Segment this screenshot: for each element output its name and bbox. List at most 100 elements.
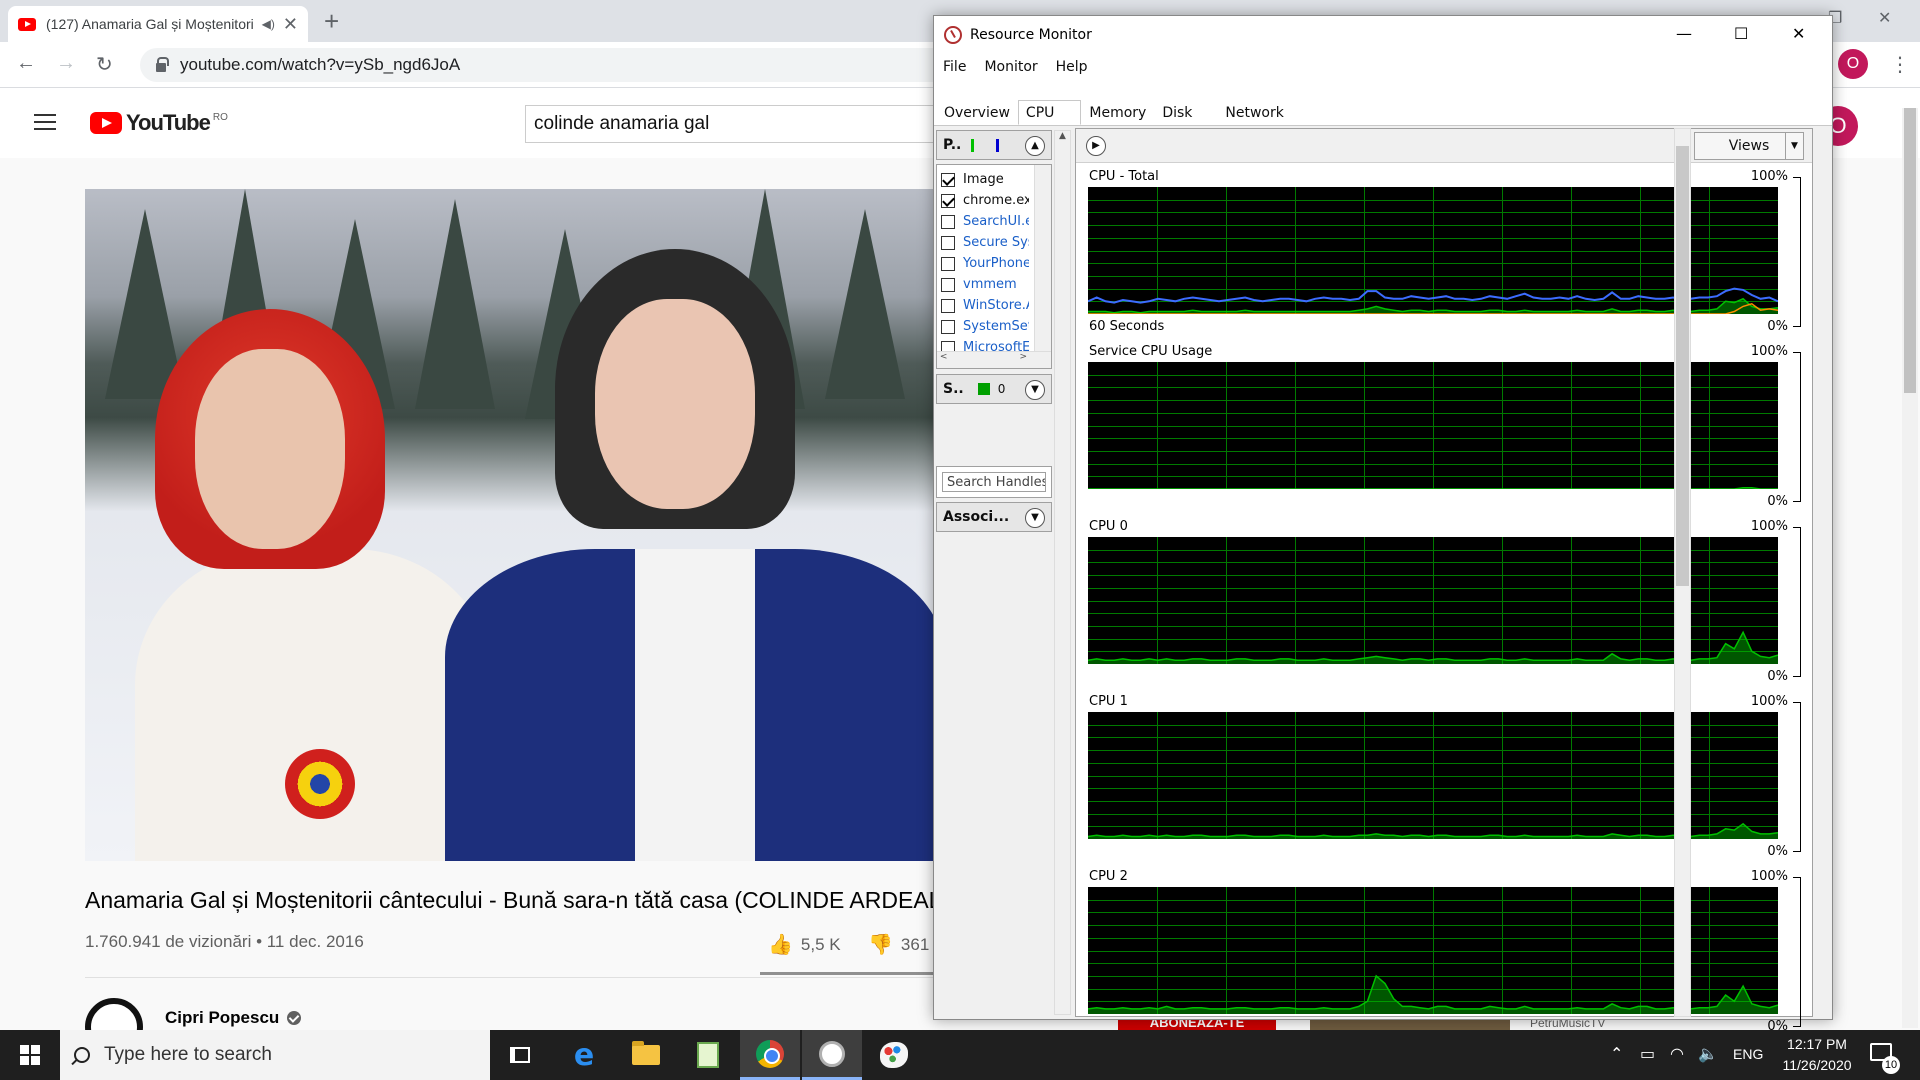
tab-cpu[interactable]: CPU <box>1017 100 1082 125</box>
column-header-image[interactable]: Image <box>941 169 1029 190</box>
profile-avatar[interactable]: O <box>1838 49 1868 79</box>
max-freq-mini-bar <box>996 138 1000 152</box>
process-list-vscroll[interactable] <box>1034 165 1051 351</box>
volume-icon[interactable]: 🔈 <box>1698 1044 1718 1064</box>
process-checkbox[interactable] <box>941 298 955 313</box>
language-indicator[interactable]: ENG <box>1733 1046 1763 1062</box>
menu-file[interactable]: File <box>934 59 975 75</box>
dislike-button[interactable]: 👎 361 <box>868 932 929 957</box>
clock[interactable]: 12:17 PM 11/26/2020 <box>1772 1034 1862 1076</box>
expand-arrow-icon[interactable]: ▶ <box>1086 136 1106 156</box>
paint-taskbar-button[interactable] <box>864 1030 924 1080</box>
graph-min-label: 0% <box>1767 669 1788 684</box>
process-name: chrome.exe <box>963 193 1029 208</box>
wifi-icon[interactable]: ◠ <box>1670 1044 1684 1064</box>
expand-chevron-icon[interactable]: ▼ <box>1025 508 1045 528</box>
page-scrollbar-thumb[interactable] <box>1904 108 1916 393</box>
process-name: YourPhone.exe <box>963 256 1029 271</box>
task-view-button[interactable] <box>490 1030 550 1080</box>
minimize-icon[interactable]: — <box>1676 24 1692 43</box>
close-tab-icon[interactable]: ✕ <box>283 14 298 35</box>
graph-max-label: 100% <box>1750 869 1788 884</box>
process-name: vmmem <box>963 277 1017 292</box>
search-icon <box>74 1047 90 1063</box>
process-checkbox[interactable] <box>941 214 955 229</box>
process-checkbox[interactable] <box>941 256 955 271</box>
resource-monitor-app-icon <box>944 26 962 44</box>
services-header: S.. <box>943 381 964 397</box>
process-row[interactable]: WinStore.App.exe <box>941 295 1029 316</box>
hamburger-menu-icon[interactable] <box>34 114 56 130</box>
tab-memory[interactable]: Memory <box>1081 100 1154 125</box>
process-row[interactable]: SearchUI.exe <box>941 211 1029 232</box>
select-all-checkbox[interactable] <box>941 172 955 187</box>
process-row[interactable]: chrome.exe <box>941 190 1029 211</box>
chrome-taskbar-button[interactable] <box>740 1030 800 1080</box>
reload-icon[interactable]: ↻ <box>96 52 113 77</box>
resmon-titlebar[interactable]: Resource Monitor — ☐ ✕ <box>934 16 1832 54</box>
resource-monitor-taskbar-button[interactable] <box>802 1030 862 1080</box>
notification-count-badge: 10 <box>1882 1056 1900 1074</box>
process-name: Secure System <box>963 235 1029 250</box>
process-checkbox[interactable] <box>941 193 955 208</box>
process-checkbox[interactable] <box>941 319 955 334</box>
dropdown-arrow-icon[interactable]: ▼ <box>1785 133 1803 159</box>
processes-header: P.. <box>943 137 962 153</box>
tricolor-rosette <box>285 749 355 819</box>
process-row[interactable]: Secure System <box>941 232 1029 253</box>
menu-help[interactable]: Help <box>1047 59 1097 75</box>
start-button[interactable] <box>0 1030 60 1080</box>
cpu-tab-content: P.. ▲ Image chrome.exe SearchUI.exe Secure… <box>934 126 1832 1034</box>
menu-kebab-icon[interactable]: ⋮ <box>1890 52 1910 77</box>
battery-icon[interactable]: ▭ <box>1640 1044 1655 1064</box>
maximize-icon[interactable]: ☐ <box>1734 24 1748 43</box>
process-row[interactable]: YourPhone.exe <box>941 253 1029 274</box>
associated-modules-section-header[interactable]: Associ... ▼ <box>936 502 1052 532</box>
graph-min-label: 0% <box>1767 319 1788 334</box>
services-section-header[interactable]: S.. 0 ▼ <box>936 374 1052 404</box>
search-input[interactable]: colinde anamaria gal <box>525 105 945 143</box>
cpu-usage-mini-bar <box>971 138 975 152</box>
expand-chevron-icon[interactable]: ▼ <box>1025 380 1045 400</box>
back-arrow-icon[interactable]: ← <box>16 52 36 75</box>
video-player[interactable] <box>85 189 940 861</box>
graph-title: CPU 0 <box>1089 519 1128 534</box>
tab-network[interactable]: Network <box>1217 100 1291 125</box>
forward-arrow-icon[interactable]: → <box>56 52 76 75</box>
processes-section-header[interactable]: P.. ▲ <box>936 130 1052 160</box>
process-name: SearchUI.exe <box>963 214 1029 229</box>
channel-name-link[interactable]: Cipri Popescu <box>165 1008 302 1028</box>
graphs-scrollbar-thumb[interactable] <box>1676 146 1689 586</box>
process-checkbox[interactable] <box>941 235 955 250</box>
views-dropdown[interactable]: Views ▼ <box>1694 132 1804 160</box>
paint-icon <box>880 1042 908 1068</box>
process-name: SystemSettings.exe <box>963 319 1029 334</box>
close-icon[interactable]: ✕ <box>1792 24 1805 43</box>
process-row[interactable]: vmmem <box>941 274 1029 295</box>
process-checkbox[interactable] <box>941 277 955 292</box>
chevron-up-icon[interactable]: ⌃ <box>1610 1044 1623 1064</box>
clock-date: 11/26/2020 <box>1782 1057 1852 1073</box>
taskbar-search-box[interactable]: Type here to search <box>60 1030 490 1080</box>
new-tab-button[interactable]: + <box>324 6 339 37</box>
process-row[interactable]: SystemSettings.exe <box>941 316 1029 337</box>
like-button[interactable]: 👍 5,5 K <box>768 932 841 957</box>
menu-monitor[interactable]: Monitor <box>975 59 1046 75</box>
youtube-logo[interactable]: YouTube RO <box>90 110 228 136</box>
menu-bar: File Monitor Help <box>934 54 1097 80</box>
collapse-chevron-icon[interactable]: ▲ <box>1025 136 1045 156</box>
file-explorer-taskbar-button[interactable] <box>616 1030 676 1080</box>
left-panel-scrollbar[interactable]: ▲ <box>1054 130 1071 1015</box>
process-list-hscroll[interactable]: < > <box>937 351 1051 368</box>
audio-playing-icon[interactable]: ◀) <box>262 17 275 31</box>
tab-overview[interactable]: Overview <box>936 100 1018 125</box>
search-handles-input[interactable]: Search Handles <box>942 472 1046 492</box>
resource-monitor-icon <box>819 1040 845 1067</box>
tab-disk[interactable]: Disk <box>1154 100 1217 125</box>
notepad-taskbar-button[interactable] <box>678 1030 738 1080</box>
browser-tab-youtube[interactable]: (127) Anamaria Gal și Moștenitorii cânte… <box>8 6 308 42</box>
edge-taskbar-button[interactable]: e <box>554 1030 614 1080</box>
close-window-icon[interactable]: ✕ <box>1878 8 1891 28</box>
lock-icon <box>156 56 169 72</box>
graph-title: CPU 2 <box>1089 869 1128 884</box>
